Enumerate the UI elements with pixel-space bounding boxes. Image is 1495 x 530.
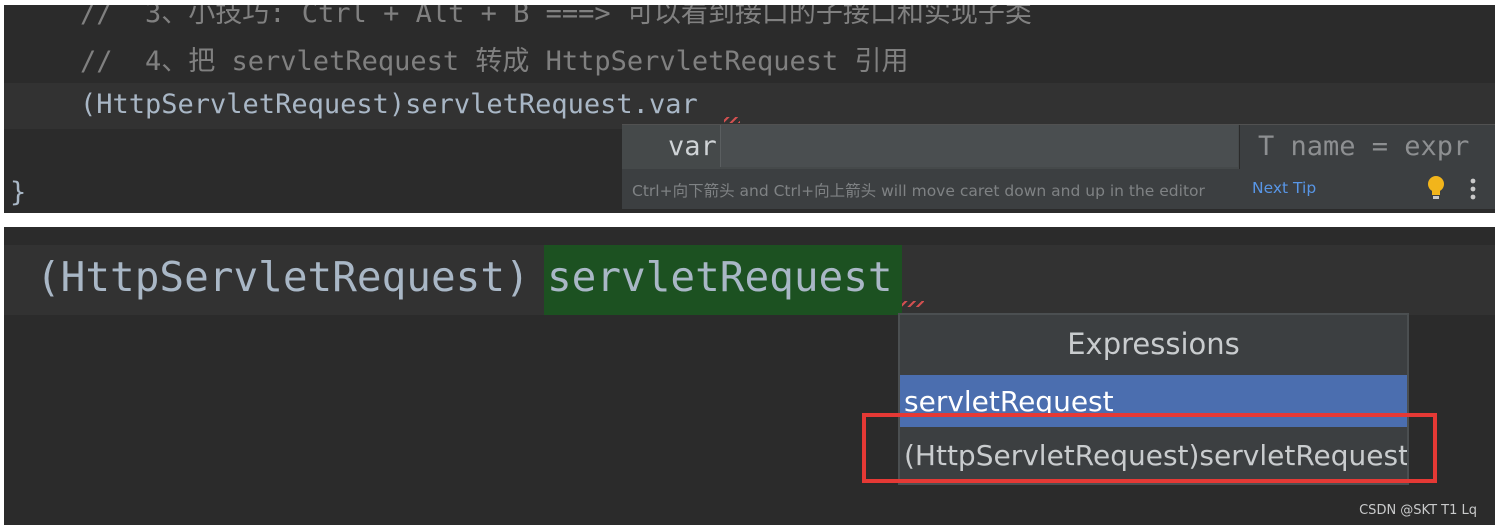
template-expansion-text: T name = expr xyxy=(1258,131,1470,162)
watermark: CSDN @SKT T1 Lq xyxy=(1359,503,1477,518)
editor-top-panel: // 3、小技巧: Ctrl + Alt + B ===> 可以看到接口的子接口… xyxy=(4,5,1495,213)
error-squiggle xyxy=(902,301,924,307)
template-input-value: var xyxy=(668,131,717,162)
code-cast-text[interactable]: (HttpServletRequest) xyxy=(36,253,530,301)
code-selected-text[interactable]: servletRequest xyxy=(547,253,893,301)
code-line-cast-var[interactable]: (HttpServletRequest)servletRequest.var xyxy=(80,89,698,120)
code-comment-line-3[interactable]: // 3、小技巧: Ctrl + Alt + B ===> 可以看到接口的子接口… xyxy=(80,5,1032,30)
live-template-popup: var T name = expr Ctrl+向下箭头 and Ctrl+向上箭… xyxy=(622,124,1495,209)
tip-hint-text: Ctrl+向下箭头 and Ctrl+向上箭头 will move caret … xyxy=(632,182,1205,200)
code-comment-line-4[interactable]: // 4、把 servletRequest 转成 HttpServletRequ… xyxy=(80,39,908,78)
template-input-row[interactable]: var xyxy=(622,125,1240,169)
template-input-field[interactable] xyxy=(720,125,1238,167)
red-highlight-box xyxy=(862,413,1437,483)
expressions-popup-title: Expressions xyxy=(1067,327,1240,361)
more-vertical-icon[interactable] xyxy=(1470,177,1476,201)
error-squiggle xyxy=(724,117,740,123)
editor-bottom-panel: (HttpServletRequest) servletRequest Expr… xyxy=(4,227,1495,525)
lightbulb-icon[interactable] xyxy=(1427,175,1445,201)
next-tip-link[interactable]: Next Tip xyxy=(1252,179,1316,197)
code-closing-brace[interactable]: } xyxy=(10,177,26,208)
